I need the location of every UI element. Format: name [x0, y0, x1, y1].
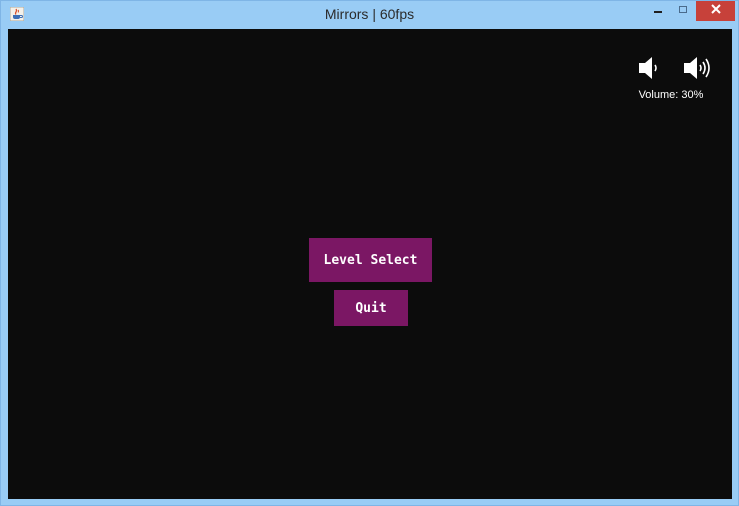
game-canvas: Volume: 30% Level Select Quit [8, 29, 732, 499]
minimize-icon [653, 2, 663, 20]
close-button[interactable] [696, 1, 735, 21]
quit-button[interactable]: Quit [334, 290, 408, 326]
volume-label: Volume: 30% [638, 89, 704, 101]
close-icon [710, 2, 722, 20]
window-title: Mirrors | 60fps [324, 6, 415, 22]
maximize-button[interactable] [671, 1, 695, 21]
level-select-button[interactable]: Level Select [309, 238, 432, 282]
volume-up-icon[interactable] [682, 56, 712, 80]
minimize-button[interactable] [645, 1, 671, 21]
application-window: Mirrors | 60fps Volume: 30% Level Select… [0, 0, 739, 506]
title-bar[interactable]: Mirrors | 60fps [1, 1, 738, 28]
volume-down-icon[interactable] [636, 56, 666, 80]
maximize-icon [678, 2, 688, 20]
